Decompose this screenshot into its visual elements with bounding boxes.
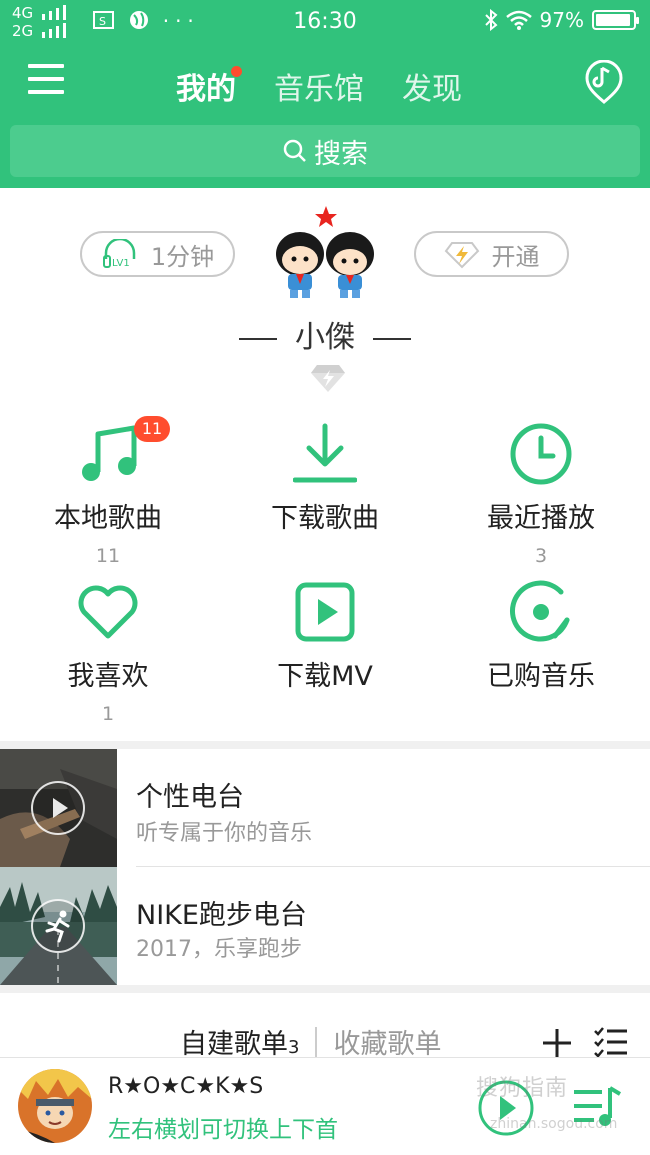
radio-title: NIKE跑步电台 xyxy=(136,900,307,931)
radio-title: 个性电台 xyxy=(136,782,244,813)
created-playlists-label: 自建歌单 xyxy=(180,1029,288,1060)
watermark: 搜狗指南 xyxy=(476,1076,569,1101)
battery-percent: 97% xyxy=(539,8,584,32)
nav-tabs: 我的 音乐馆 发现 xyxy=(176,64,462,108)
heart-icon xyxy=(76,580,140,644)
tab-music-hall-label: 音乐馆 xyxy=(274,72,364,107)
tab-mine[interactable]: 我的 xyxy=(176,64,242,108)
grid-count: 1 xyxy=(101,703,115,725)
search-icon xyxy=(283,139,306,162)
username-row: 小傑 xyxy=(0,312,650,356)
headphone-level-icon: LV1 xyxy=(102,239,136,269)
status-bar: 4G 2G S ··· 16:30 97% xyxy=(0,0,650,44)
grid-downloaded-mv[interactable]: 下载MV xyxy=(217,580,433,703)
tab-music-hall[interactable]: 音乐馆 xyxy=(274,64,364,108)
vip-open-button[interactable]: 开通 xyxy=(414,231,569,277)
mini-player[interactable]: R★O★C★K★S 左右横划可切换上下首 搜狗指南 zhinan.sogou.c… xyxy=(0,1057,650,1155)
tab-collected-playlists[interactable]: 收藏歌单 xyxy=(333,1022,441,1061)
grid-count: 3 xyxy=(534,545,548,567)
watermark-url: zhinan.sogou.com xyxy=(490,1116,618,1132)
song-title: R★O★C★K★S xyxy=(108,1074,264,1099)
grid-downloaded-songs[interactable]: 下载歌曲 xyxy=(217,422,433,545)
created-playlists-count: 3 xyxy=(288,1037,300,1058)
radio-subtitle: 2017，乐享跑步 xyxy=(136,937,302,962)
svg-text:LV1: LV1 xyxy=(112,258,130,269)
section-divider xyxy=(0,741,650,749)
grid-label: 下载歌曲 xyxy=(271,503,379,534)
notification-dot xyxy=(231,66,242,77)
grid-label: 已购音乐 xyxy=(487,661,595,692)
grid-count: 11 xyxy=(95,545,121,567)
tab-discover-label: 发现 xyxy=(402,72,462,107)
grid-label: 下载MV xyxy=(277,661,373,692)
grid-purchased-music[interactable]: 已购音乐 xyxy=(433,580,649,703)
manage-list-icon[interactable] xyxy=(593,1026,629,1058)
music-note-icon: 11 xyxy=(76,416,170,486)
tab-separator xyxy=(315,1026,318,1057)
app-root: 4G 2G S ··· 16:30 97% 我的 音乐馆 发现 搜索 LV1 1… xyxy=(0,0,650,1155)
radio-personal-thumbnail xyxy=(0,749,117,867)
playlist-tabs: 自建歌单3 收藏歌单 xyxy=(180,1022,441,1061)
vip-open-label: 开通 xyxy=(491,242,540,271)
tab-discover[interactable]: 发现 xyxy=(402,64,462,108)
grid-label: 本地歌曲 xyxy=(54,503,162,534)
add-playlist-icon[interactable] xyxy=(541,1027,573,1059)
video-play-icon xyxy=(293,580,357,644)
bluetooth-icon xyxy=(484,9,498,31)
radio-subtitle: 听专属于你的音乐 xyxy=(136,821,313,846)
menu-icon[interactable] xyxy=(28,64,64,100)
album-cover[interactable] xyxy=(18,1069,92,1143)
disc-icon xyxy=(509,580,573,644)
diamond-level-icon[interactable] xyxy=(309,362,347,394)
swipe-hint: 左右横划可切换上下首 xyxy=(108,1117,338,1143)
listen-time-button[interactable]: LV1 1分钟 xyxy=(80,231,235,277)
username-line-right xyxy=(373,337,411,340)
tab-created-playlists[interactable]: 自建歌单3 xyxy=(180,1022,299,1061)
avatar[interactable] xyxy=(270,202,380,302)
local-songs-badge: 11 xyxy=(134,416,170,442)
grid-label: 我喜欢 xyxy=(67,661,149,692)
status-right: 97% xyxy=(484,8,639,32)
wifi-icon xyxy=(505,10,532,30)
radio-nike-running[interactable]: NIKE跑步电台 2017，乐享跑步 xyxy=(0,867,650,985)
username[interactable]: 小傑 xyxy=(295,320,355,355)
runner-icon xyxy=(31,899,85,953)
battery-icon xyxy=(592,10,639,30)
grid-recent-played[interactable]: 最近播放 3 xyxy=(433,422,649,567)
tab-mine-label: 我的 xyxy=(176,72,236,107)
radio-nike-thumbnail xyxy=(0,867,117,985)
radio-personal[interactable]: 个性电台 听专属于你的音乐 xyxy=(0,749,650,867)
avatar-image xyxy=(276,206,374,298)
play-icon xyxy=(31,781,85,835)
grid-local-songs[interactable]: 11 本地歌曲 11 xyxy=(0,416,216,567)
search-bar[interactable]: 搜索 xyxy=(10,125,640,177)
download-icon xyxy=(292,422,358,486)
header: 4G 2G S ··· 16:30 97% 我的 音乐馆 发现 搜索 xyxy=(0,0,650,188)
diamond-bolt-icon xyxy=(444,242,479,269)
grid-label: 最近播放 xyxy=(487,503,595,534)
nav-bar: 我的 音乐馆 发现 xyxy=(0,58,650,110)
listen-time: 1分钟 xyxy=(150,242,215,271)
now-playing-icon[interactable] xyxy=(584,60,624,104)
clock-icon xyxy=(509,422,573,486)
grid-favorites[interactable]: 我喜欢 1 xyxy=(0,580,216,725)
search-label: 搜索 xyxy=(314,138,368,170)
username-line-left xyxy=(239,337,277,340)
section-divider xyxy=(0,985,650,993)
